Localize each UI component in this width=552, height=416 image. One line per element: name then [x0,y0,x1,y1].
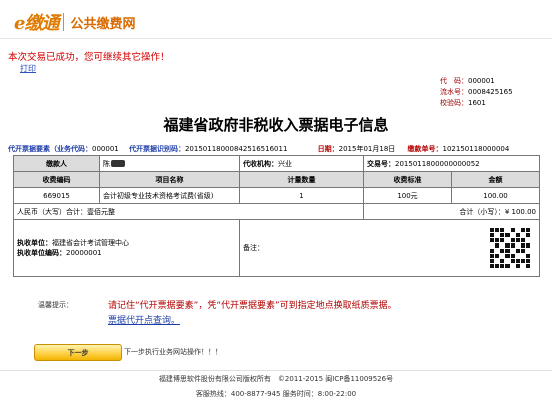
footer-divider [0,370,552,371]
payer-label: 缴款人 [13,155,100,172]
collector-label: 代收机构： [243,159,278,168]
exec-code-line: 执收单位编码：20000001 [17,248,236,258]
remark-label: 备注： [243,244,264,252]
payer-value: 陈 [103,159,110,168]
logo: e缴通 公共缴费网 [14,10,135,34]
next-step-text: 下一步执行业务网站操作！！！ [124,348,222,356]
exec-code-value: 20000001 [66,249,102,257]
logo-divider [63,13,65,31]
exec-unit-label: 执收单位： [17,239,52,247]
table-header-row: 收费编码 项目名称 计量数量 收费标准 金额 [13,171,540,188]
receipt-point-query-link[interactable]: 票据代开点查询。 [108,313,180,326]
page-title: 福建省政府非税收入票据电子信息 [163,116,389,134]
code-row: 代 码：000001 [440,76,495,86]
exec-unit-value: 福建省会计考试管理中心 [52,239,129,247]
txn-value: 2015011800000000052 [395,159,480,168]
tip-text: 请记住“代开票据要素”，凭“代开票据要素”可到指定地点换取纸质票据。 [108,301,397,311]
serial-value: 0008425165 [468,88,513,96]
qr-code-icon [490,228,530,268]
rmb-big-cell: 人民币（大写）合计：壹佰元整 [13,203,364,220]
table-row: 669015 会计初级专业技术资格考试费(省级) 1 100元 100.00 [13,187,540,204]
pay-no-value: 102150118000004 [442,145,510,153]
rmb-big-label: 人民币（大写）合计： [17,207,87,216]
agency-label: 代开票据要素 [8,145,50,153]
code-value: 000001 [468,77,495,85]
row-code: 669015 [13,187,100,204]
collector-value: 兴业 [278,159,292,168]
txn-label: 交易号： [367,159,395,168]
site-name: 公共缴费网 [70,16,136,32]
redacted-name [111,160,125,167]
receipt-id-label: 代开票据识别码： [128,145,185,153]
print-link[interactable]: 打印 [20,63,36,74]
remark-cell: 备注： [239,219,540,277]
exec-cell: 执收单位：福建省会计考试管理中心 执收单位编码：20000001 [13,219,240,277]
receipt-meta: 代开票据要素（业务代码：000001 代开票据识别码：2015011800084… [8,144,548,154]
exec-code-label: 执收单位编码： [17,249,66,257]
hotline: 客服热线：400-8877-945 服务时间：8:00-22:00 [195,390,357,398]
rmb-big-value: 壹佰元整 [87,207,115,216]
row-unit: 1 [239,187,364,204]
serial-label: 流水号： [440,88,468,96]
rmb-small-label: 合计（小写）： [459,207,505,216]
receipt-id-value: 20150118000842516516011 [184,145,288,153]
table-row: 缴款人 陈 代收机构：兴业 交易号：2015011800000000052 [13,155,540,172]
date-label: 日期： [317,145,339,153]
header-divider [0,38,552,39]
col-unit: 计量数量 [239,171,364,188]
success-message: 本次交易已成功，您可继续其它操作！ [8,52,170,63]
payer-cell: 陈 [99,155,240,172]
pay-no-label: 缴款单号： [407,145,443,153]
row-item: 会计初级专业技术资格考试费(省级) [99,187,240,204]
row-std: 100元 [363,187,452,204]
serial-row: 流水号：0008425165 [440,87,513,97]
rmb-small-cell: 合计（小写）：¥ 100.00 [363,203,540,220]
date-value: 2015年01月18日 [338,145,396,153]
check-value: 1601 [468,99,486,107]
exec-unit-line: 执收单位：福建省会计考试管理中心 [17,238,236,248]
collector-cell: 代收机构：兴业 [239,155,364,172]
col-item: 项目名称 [99,171,240,188]
copyright: 福建博思软件股份有限公司版权所有 ©2011-2015 闽ICP备1100952… [158,375,394,383]
next-step-button[interactable]: 下一步 [34,344,122,361]
total-row: 人民币（大写）合计：壹佰元整 合计（小写）：¥ 100.00 [13,203,540,220]
col-amount: 金额 [451,171,540,188]
rmb-small-value: ¥ 100.00 [504,207,536,216]
code-label: 代 码： [440,77,468,85]
brand-logo: e缴通 [14,13,59,34]
tip-label: 温馨提示： [38,301,73,309]
remark-wrap: 备注： [243,228,536,268]
check-row: 校验码：1601 [440,98,486,108]
agency-code-value: 000001 [92,145,119,153]
col-std: 收费标准 [363,171,452,188]
footer-row: 执收单位：福建省会计考试管理中心 执收单位编码：20000001 备注： [13,219,540,277]
check-label: 校验码： [440,99,468,107]
receipt-table: 缴款人 陈 代收机构：兴业 交易号：2015011800000000052 收费… [13,155,540,277]
agency-code-label: （业务代码： [50,145,92,153]
txn-cell: 交易号：2015011800000000052 [363,155,540,172]
row-amount: 100.00 [451,187,540,204]
col-code: 收费编码 [13,171,100,188]
